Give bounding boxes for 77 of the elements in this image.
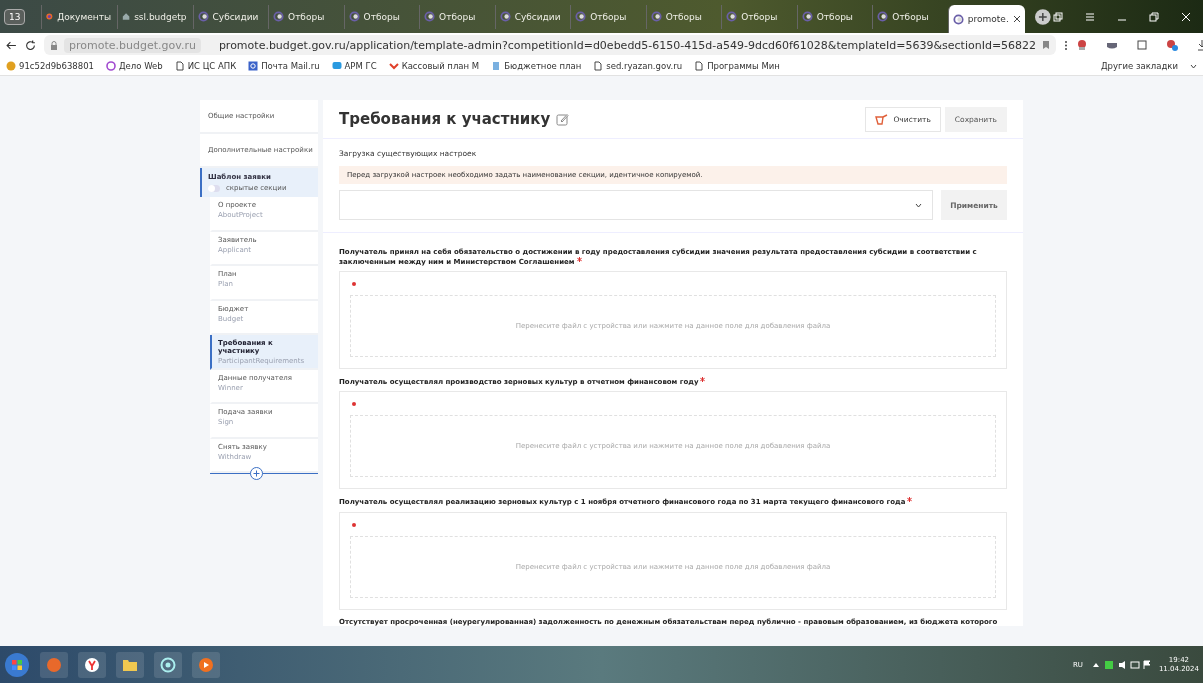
bookmark-link[interactable]: Дело Web xyxy=(105,61,163,71)
page-icon xyxy=(593,61,604,71)
ring-icon xyxy=(424,11,436,22)
ring-icon xyxy=(348,11,360,22)
bookmark-link[interactable]: sed.ryazan.gov.ru xyxy=(593,61,683,71)
mark-icon xyxy=(388,61,399,71)
page-icon xyxy=(174,61,185,71)
browser-tab[interactable]: Отборы xyxy=(796,4,871,29)
house-icon xyxy=(122,11,131,22)
taskbar-app-icon[interactable] xyxy=(78,651,106,678)
extension-icon[interactable] xyxy=(1136,39,1149,51)
toggle-switch[interactable] xyxy=(208,184,220,192)
mail-icon xyxy=(248,61,259,71)
browser-tab[interactable]: Отборы xyxy=(570,4,644,29)
chevron-down-icon[interactable] xyxy=(1190,63,1197,69)
browser-tab[interactable]: Отборы xyxy=(419,4,493,29)
browser-tab[interactable]: Субсидии xyxy=(192,4,267,29)
ring-icon xyxy=(952,13,964,25)
broom-icon xyxy=(875,113,889,125)
new-tab-icon[interactable] xyxy=(1035,8,1051,25)
required-dot-icon xyxy=(352,282,356,287)
start-button-icon[interactable] xyxy=(4,651,30,678)
lock-icon xyxy=(50,40,58,50)
address-bar[interactable]: promote.budget.gov.ru promote.budget.gov.ru/application/template-admin?competitionId=d0ebedd5-6150-415d-a549-9dcd60f61028&templateId=5639&sectionId=56822 xyxy=(44,35,1057,55)
extension-icon[interactable] xyxy=(1076,39,1089,51)
browser-tab[interactable]: Отборы xyxy=(343,4,418,29)
ring-icon xyxy=(726,11,738,22)
url-text: promote.budget.gov.ru/application/template-admin?competitionId=d0ebedd5-6150-415d-a549-9dcd60f61028&templateId=5639&sectionId=56822 xyxy=(218,38,1037,52)
ring-icon xyxy=(273,11,285,22)
page-icon xyxy=(694,61,705,71)
tray-icons-drawing xyxy=(1090,659,1151,670)
browser-tab[interactable]: Отборы xyxy=(872,4,946,29)
edit-icon[interactable] xyxy=(556,112,570,126)
browser-logo-icon xyxy=(46,11,54,22)
browser-tab[interactable]: Отборы xyxy=(645,4,720,29)
ring-icon xyxy=(499,11,511,22)
extension-icon[interactable] xyxy=(1166,39,1179,51)
browser-tab[interactable]: ssl.budgetp xyxy=(117,4,191,29)
chat-icon xyxy=(331,61,342,71)
ring-icon xyxy=(877,11,889,22)
taskbar-app-icon[interactable] xyxy=(154,651,182,678)
taskbar-folder-icon[interactable] xyxy=(116,651,144,678)
site-chip: promote.budget.gov.ru xyxy=(64,37,201,53)
required-dot-icon xyxy=(352,402,356,407)
more-options-icon[interactable] xyxy=(1064,39,1069,51)
bookmark-icon[interactable] xyxy=(1042,40,1051,50)
ring-icon xyxy=(197,11,209,22)
taskbar-app-icon[interactable] xyxy=(192,651,220,678)
restore-icon[interactable] xyxy=(1149,11,1159,22)
browser-tab[interactable]: Отборы xyxy=(268,4,342,29)
browser-tab[interactable]: promote. xyxy=(947,5,1026,33)
bookmark-link[interactable]: Программы Мин xyxy=(694,61,780,71)
required-dot-icon xyxy=(352,522,356,527)
page-title: Требования к участнику xyxy=(339,110,551,128)
back-arrow-icon[interactable] xyxy=(6,39,17,51)
reload-icon[interactable] xyxy=(25,39,36,51)
browser-tab[interactable]: Отборы xyxy=(721,4,795,29)
bookmark-link[interactable]: Бюджетное план xyxy=(491,61,582,71)
collections-icon[interactable] xyxy=(1053,11,1063,22)
bookmark-link[interactable]: Кассовый план М xyxy=(388,61,480,71)
other-bookmarks-button[interactable]: Другие закладки xyxy=(1100,61,1178,71)
browser-tab[interactable]: Документы xyxy=(41,4,115,29)
browser-tab[interactable]: Субсидии xyxy=(494,4,569,29)
swirl-icon xyxy=(105,61,116,71)
tab-count-button[interactable]: 13 xyxy=(4,8,26,25)
ring-icon xyxy=(650,11,662,22)
chevron-down-icon xyxy=(915,202,922,208)
menu-icon[interactable] xyxy=(1085,11,1095,22)
bookmark-link[interactable]: Почта Mail.ru xyxy=(248,61,320,71)
bookmark-link[interactable]: 91c52d9b638801 xyxy=(6,61,94,71)
ring-icon xyxy=(575,11,587,22)
bookmark-link[interactable]: ИС ЦС АПК xyxy=(174,61,237,71)
bookmark-link[interactable]: АРМ ГС xyxy=(331,61,377,71)
coin-icon xyxy=(6,61,16,71)
document-icon xyxy=(491,61,502,71)
close-icon[interactable] xyxy=(1013,15,1022,23)
ring-icon xyxy=(801,11,813,22)
